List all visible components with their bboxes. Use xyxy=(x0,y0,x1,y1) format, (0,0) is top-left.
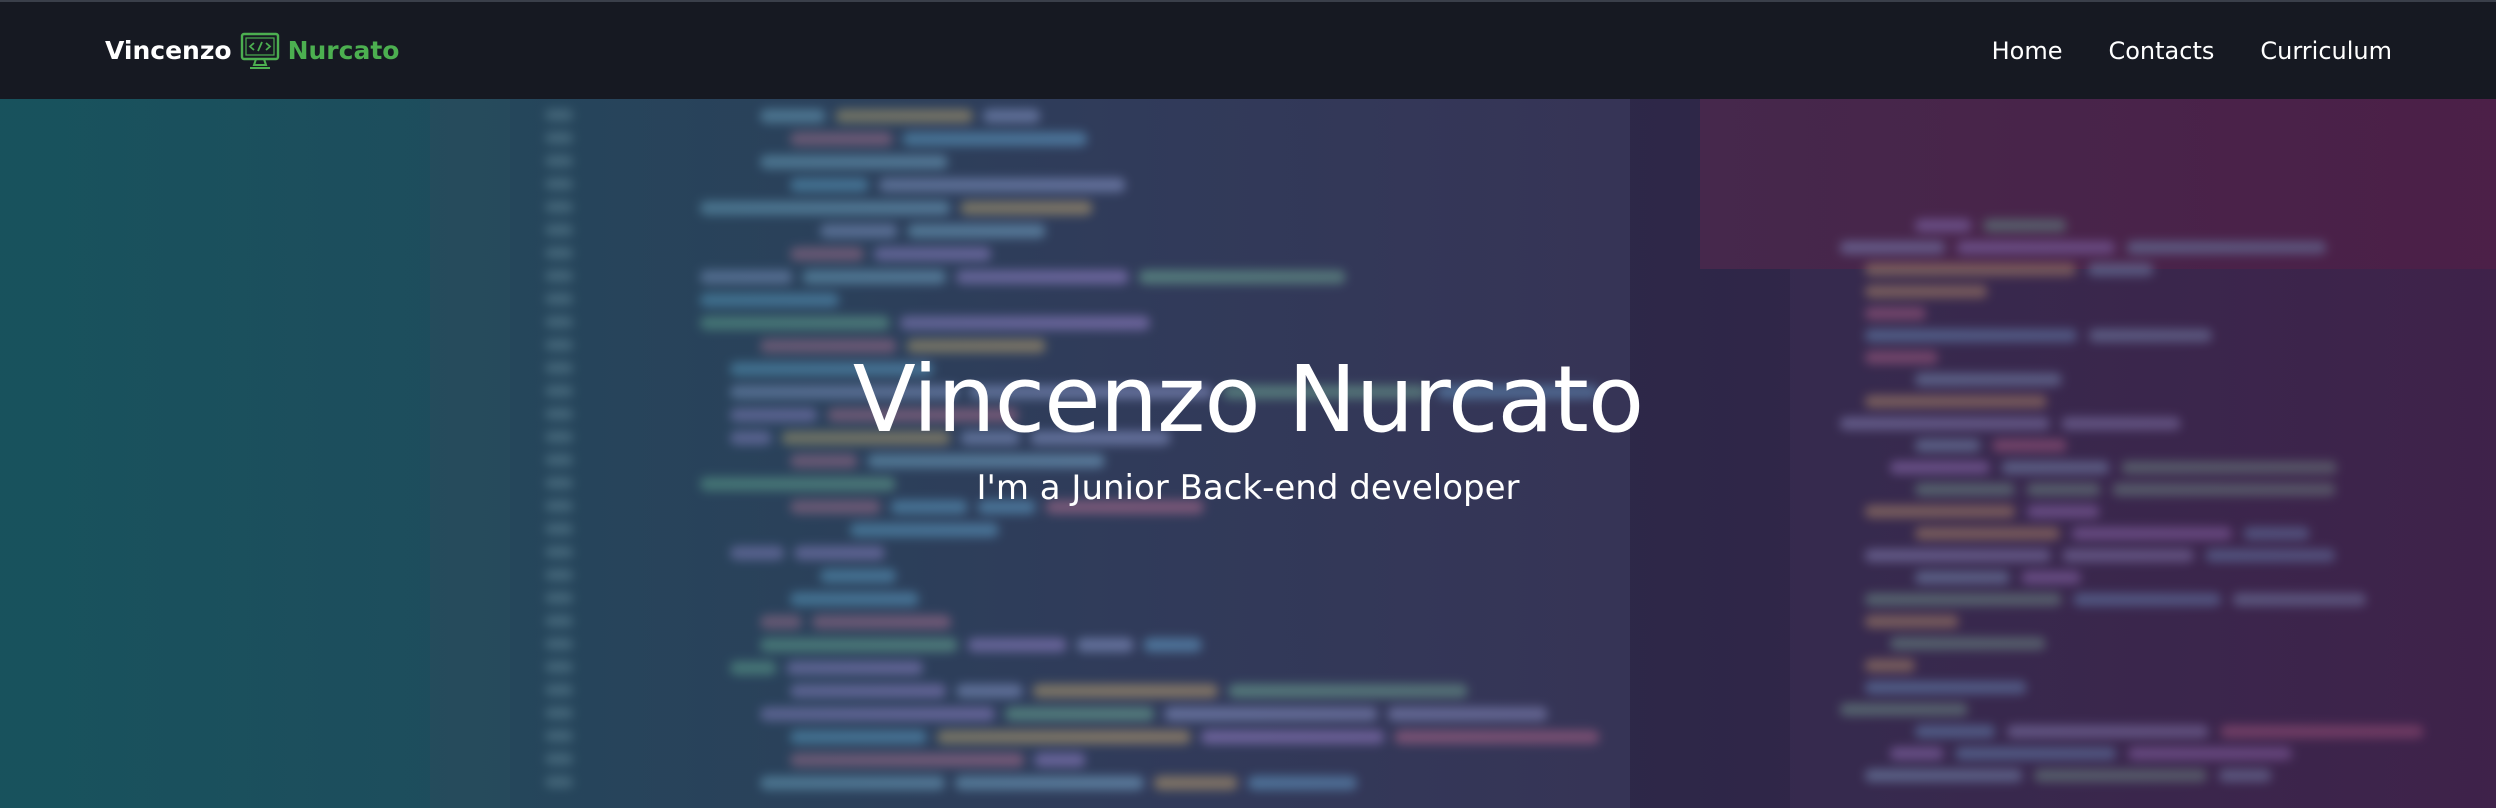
navbar: Vincenzo Nurcato Home Contacts Curriculu… xyxy=(0,0,2496,99)
nav-links: Home Contacts Curriculum xyxy=(1992,2,2392,99)
hero-section: Vincenzo Nurcato I'm a Junior Back-end d… xyxy=(0,99,2496,808)
nav-link-curriculum[interactable]: Curriculum xyxy=(2260,37,2392,65)
hero-text: Vincenzo Nurcato I'm a Junior Back-end d… xyxy=(0,349,2496,508)
nav-link-home[interactable]: Home xyxy=(1992,37,2063,65)
hero-subtitle: I'm a Junior Back-end developer xyxy=(976,468,1520,509)
code-monitor-icon xyxy=(240,32,280,70)
brand-first-name: Vincenzo xyxy=(105,36,232,65)
nav-link-contacts[interactable]: Contacts xyxy=(2108,37,2214,65)
hero-title: Vincenzo Nurcato xyxy=(852,346,1644,453)
brand-last-name: Nurcato xyxy=(287,36,400,65)
brand-logo[interactable]: Vincenzo Nurcato xyxy=(105,2,399,99)
